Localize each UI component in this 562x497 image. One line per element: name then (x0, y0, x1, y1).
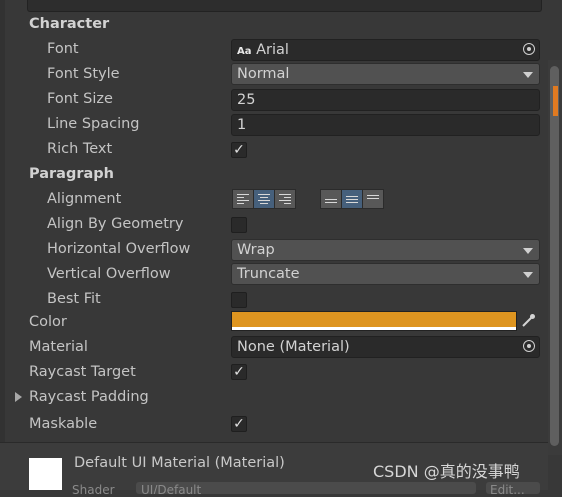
eyedropper-icon (522, 314, 535, 327)
font-style-value: Normal (237, 66, 290, 82)
vertical-alignment-group (320, 189, 384, 209)
font-value: Arial (256, 42, 289, 58)
foldout-arrow-icon[interactable] (15, 392, 22, 402)
chevron-down-icon (523, 272, 533, 278)
left-gutter (0, 0, 5, 490)
watermark: CSDN @真的没事鸭 (373, 462, 520, 481)
color-swatch (232, 312, 516, 327)
material-field[interactable]: None (Material) (231, 336, 540, 358)
color-label: Color (29, 314, 67, 330)
align-by-geometry-checkbox[interactable] (231, 217, 247, 233)
rich-text-checkbox[interactable]: ✓ (231, 142, 247, 158)
material-label: Material (29, 339, 88, 355)
align-left-button[interactable] (232, 189, 254, 209)
edit-button[interactable]: Edit... (486, 482, 540, 494)
top-field (27, 0, 542, 12)
horizontal-alignment-group (232, 189, 296, 209)
shader-value: UI/Default (141, 483, 202, 494)
font-asset-icon: Aa (237, 46, 252, 57)
align-center-button[interactable] (253, 189, 275, 209)
color-field[interactable] (231, 311, 517, 331)
best-fit-checkbox[interactable] (231, 292, 247, 308)
edit-button-label: Edit... (490, 483, 525, 494)
shader-dropdown[interactable]: UI/Default (136, 482, 476, 494)
best-fit-label: Best Fit (47, 291, 101, 307)
shader-label: Shader (72, 483, 115, 497)
rich-text-label: Rich Text (47, 141, 113, 157)
vertical-overflow-value: Truncate (237, 266, 300, 282)
object-picker-icon[interactable] (523, 43, 535, 55)
paragraph-header: Paragraph (29, 166, 114, 182)
font-size-value: 25 (237, 92, 256, 108)
align-right-button[interactable] (274, 189, 296, 209)
line-spacing-label: Line Spacing (47, 116, 140, 132)
character-header: Character (29, 16, 110, 32)
vertical-overflow-label: Vertical Overflow (47, 266, 171, 282)
font-style-label: Font Style (47, 66, 120, 82)
eyedropper-button[interactable] (517, 311, 540, 331)
material-value: None (Material) (237, 339, 350, 355)
maskable-label: Maskable (29, 416, 98, 432)
font-style-dropdown[interactable]: Normal (231, 63, 540, 85)
raycast-padding-label[interactable]: Raycast Padding (29, 389, 149, 405)
chevron-down-icon (523, 248, 533, 254)
align-top-button[interactable] (320, 189, 342, 209)
vertical-scrollbar[interactable] (548, 60, 562, 455)
material-preview-title: Default UI Material (Material) (74, 455, 285, 471)
line-spacing-input[interactable]: 1 (231, 114, 540, 136)
font-field[interactable]: Aa Arial (231, 39, 540, 61)
scrollbar-thumb[interactable] (550, 66, 559, 446)
horizontal-overflow-value: Wrap (237, 242, 275, 258)
chevron-down-icon (523, 72, 533, 78)
material-preview-thumbnail (29, 458, 62, 490)
align-by-geometry-label: Align By Geometry (47, 216, 184, 232)
scroll-position-marker (553, 86, 558, 116)
font-size-input[interactable]: 25 (231, 89, 540, 111)
raycast-target-label: Raycast Target (29, 364, 136, 380)
font-label: Font (47, 41, 79, 57)
align-middle-button[interactable] (341, 189, 363, 209)
horizontal-overflow-label: Horizontal Overflow (47, 241, 191, 257)
line-spacing-value: 1 (237, 117, 247, 133)
raycast-target-checkbox[interactable]: ✓ (231, 364, 247, 380)
maskable-checkbox[interactable]: ✓ (231, 416, 247, 432)
object-picker-icon[interactable] (523, 340, 535, 352)
align-bottom-button[interactable] (362, 189, 384, 209)
font-size-label: Font Size (47, 91, 113, 107)
horizontal-overflow-dropdown[interactable]: Wrap (231, 239, 540, 261)
vertical-overflow-dropdown[interactable]: Truncate (231, 263, 540, 285)
alignment-label: Alignment (47, 191, 122, 207)
